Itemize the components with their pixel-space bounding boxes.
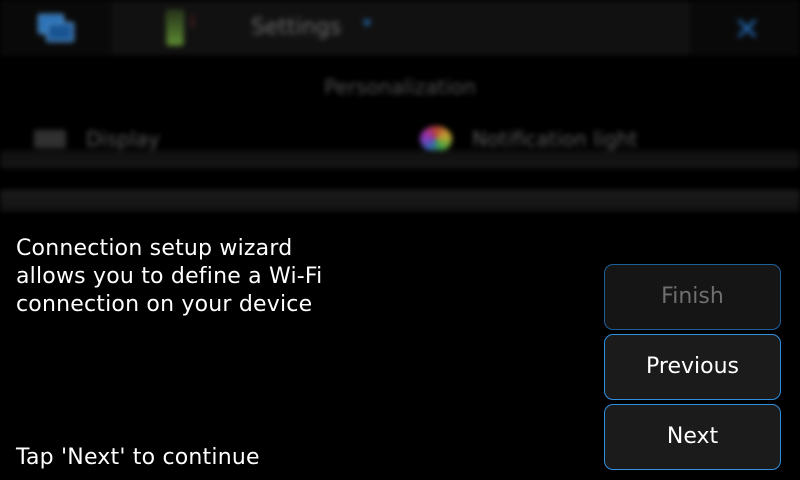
section-heading: Personalization — [324, 75, 476, 99]
screen: ⁞ Settings ✕ Personalization Display Not… — [0, 0, 800, 480]
notification-light-icon — [420, 126, 452, 152]
status-titlebar: ⁞ Settings ✕ — [0, 0, 800, 56]
next-button[interactable]: Next — [604, 404, 781, 470]
background-band — [0, 190, 800, 212]
wizard-hint: Tap 'Next' to continue — [16, 445, 260, 470]
dropdown-arrow-icon — [363, 20, 371, 27]
previous-button[interactable]: Previous — [604, 334, 781, 400]
battery-icon — [166, 10, 184, 46]
signal-icon: ⁞ — [190, 12, 196, 31]
wizard-message: Connection setup wizard allows you to de… — [16, 236, 323, 317]
close-icon: ✕ — [733, 10, 761, 48]
settings-row: Display Notification light — [0, 118, 800, 152]
task-switcher-icon — [36, 12, 76, 44]
settings-item-display: Display — [86, 127, 160, 151]
display-icon — [34, 130, 66, 148]
wizard-dialog: Connection setup wizard allows you to de… — [0, 215, 800, 480]
background-band — [0, 150, 800, 168]
background-settings-app: ⁞ Settings ✕ Personalization Display Not… — [0, 0, 800, 215]
settings-item-notification-light: Notification light — [472, 127, 638, 151]
finish-button: Finish — [604, 264, 781, 330]
task-switcher-window-front — [46, 22, 74, 42]
app-title: Settings — [251, 15, 342, 40]
